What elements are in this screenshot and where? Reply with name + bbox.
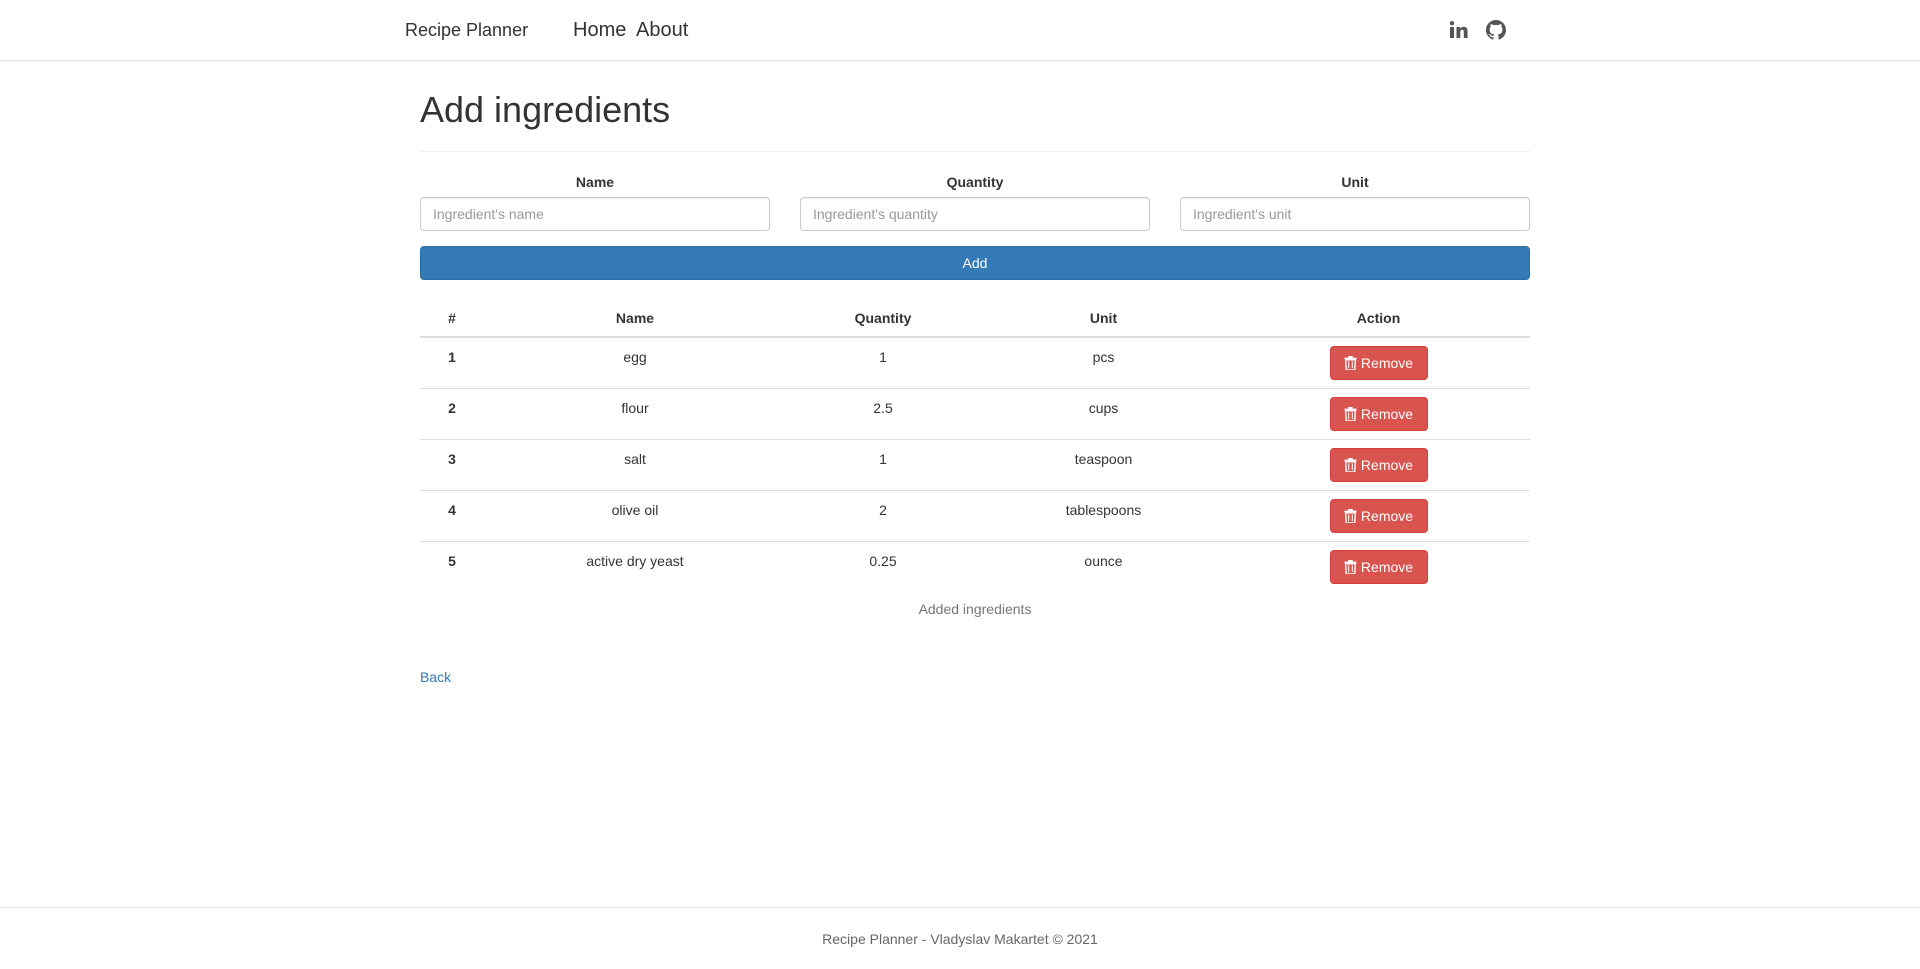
trash-icon [1344, 559, 1357, 574]
row-quantity: 0.25 [869, 552, 897, 569]
remove-button[interactable]: Remove [1329, 447, 1428, 482]
remove-button[interactable]: Remove [1329, 549, 1428, 584]
row-number: 1 [420, 337, 484, 389]
page-title: Add ingredients [420, 89, 671, 130]
footer-text: Recipe Planner - Vladyslav Makartet © 20… [822, 931, 1098, 947]
remove-button[interactable]: Remove [1329, 346, 1428, 380]
table-caption: Added ingredients [918, 601, 1032, 617]
add-button[interactable]: Add [420, 246, 1530, 280]
row-name: egg [484, 337, 786, 389]
linkedin-icon[interactable] [1449, 20, 1469, 40]
row-number: 5 [448, 552, 456, 569]
title-divider [420, 151, 1530, 152]
quantity-label: Quantity [946, 174, 1004, 190]
trash-icon [1344, 508, 1357, 523]
table-row: 3 salt 1 teaspoon Remove [420, 439, 1530, 491]
table-row: 4 olive oil 2 tablespoons Remove [420, 490, 1530, 542]
remove-button-label: Remove [1360, 507, 1414, 524]
unit-field-group: Unit [1180, 173, 1530, 231]
github-icon[interactable] [1486, 20, 1506, 40]
row-name: salt [484, 439, 786, 491]
remove-button-label: Remove [1360, 456, 1414, 473]
table-row: 1 egg 1 pcs Remove [420, 337, 1530, 389]
name-field-group: Name [420, 173, 770, 231]
table-header-row: # Name Quantity Unit Action [420, 300, 1530, 338]
unit-input[interactable] [1180, 197, 1530, 231]
remove-button[interactable]: Remove [1329, 396, 1428, 431]
unit-label: Unit [1341, 174, 1369, 190]
quantity-input[interactable] [800, 197, 1150, 231]
table-row: 2 flour 2.5 cups Remove [420, 388, 1530, 440]
row-name: olive oil [484, 490, 786, 542]
trash-icon [1344, 457, 1357, 472]
quantity-field-group: Quantity [800, 173, 1150, 231]
trash-icon [1344, 406, 1357, 421]
row-number: 2 [420, 388, 484, 440]
row-unit: pcs [980, 337, 1227, 389]
column-header-number: # [420, 300, 484, 338]
row-name: active dry yeast [586, 552, 684, 569]
back-link[interactable]: Back [420, 669, 451, 685]
row-quantity: 1 [786, 439, 980, 491]
table-row: 5 active dry yeast 0.25 ounce Remove [420, 541, 1530, 592]
column-header-name: Name [484, 300, 786, 338]
ingredients-table: # Name Quantity Unit Action 1 egg 1 pcs [420, 300, 1530, 592]
brand-link[interactable]: Recipe Planner [405, 20, 528, 41]
column-header-quantity: Quantity [786, 300, 980, 338]
remove-button-label: Remove [1360, 558, 1414, 575]
row-number: 4 [420, 490, 484, 542]
row-name: flour [484, 388, 786, 440]
nav-link-about[interactable]: About [636, 19, 688, 42]
row-unit: tablespoons [980, 490, 1227, 542]
name-input[interactable] [420, 197, 770, 231]
name-label: Name [575, 174, 615, 190]
column-header-unit: Unit [980, 300, 1227, 338]
column-header-action: Action [1227, 300, 1530, 338]
row-unit: ounce [1084, 552, 1123, 569]
footer-divider [0, 907, 1920, 908]
row-quantity: 1 [786, 337, 980, 389]
remove-button-label: Remove [1360, 405, 1414, 422]
row-quantity: 2 [786, 490, 980, 542]
remove-button[interactable]: Remove [1329, 498, 1428, 533]
row-unit: teaspoon [980, 439, 1227, 491]
trash-icon [1344, 356, 1357, 370]
row-number: 3 [420, 439, 484, 491]
nav-link-home[interactable]: Home [573, 19, 626, 42]
row-unit: cups [980, 388, 1227, 440]
remove-button-label: Remove [1360, 355, 1414, 371]
navbar: Recipe Planner Home About [0, 0, 1920, 61]
row-quantity: 2.5 [786, 388, 980, 440]
